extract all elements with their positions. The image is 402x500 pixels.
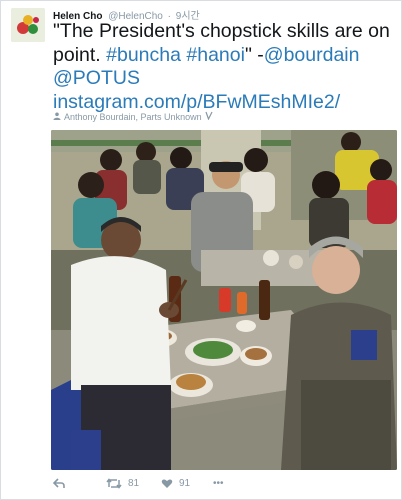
attribution-text[interactable]: Anthony Bourdain, Parts Unknown [64, 112, 202, 122]
person-icon [53, 112, 61, 122]
reply-button[interactable] [53, 478, 65, 489]
tweet-photo[interactable] [51, 130, 397, 470]
tweet-card: Helen Cho @HelenCho · 9시간 "The President… [0, 0, 402, 500]
photo-attribution: Anthony Bourdain, Parts Unknown [53, 111, 213, 122]
instagram-link[interactable]: instagram.com/p/BFwMEshMIe2/ [53, 91, 340, 113]
hashtag-hanoi[interactable]: #hanoi [186, 44, 245, 66]
vine-icon [205, 111, 213, 122]
tweet-actions: 81 91 ••• [53, 478, 353, 494]
retweet-icon [106, 478, 122, 489]
hashtag-buncha[interactable]: #buncha [106, 44, 181, 66]
tweet-mid-text: " - [244, 43, 264, 66]
like-count: 91 [179, 478, 191, 489]
avatar[interactable] [11, 8, 45, 42]
heart-icon [161, 478, 173, 489]
like-button[interactable]: 91 [161, 478, 190, 489]
more-button[interactable]: ••• [213, 478, 224, 489]
tweet-text: "The President's chopstick skills are on… [53, 20, 397, 114]
mention-potus[interactable]: @POTUS [53, 67, 140, 89]
reply-icon [53, 478, 65, 489]
retweet-count: 81 [128, 478, 140, 489]
more-icon: ••• [213, 478, 224, 489]
retweet-button[interactable]: 81 [106, 478, 139, 489]
mention-bourdain[interactable]: @bourdain [264, 44, 360, 66]
